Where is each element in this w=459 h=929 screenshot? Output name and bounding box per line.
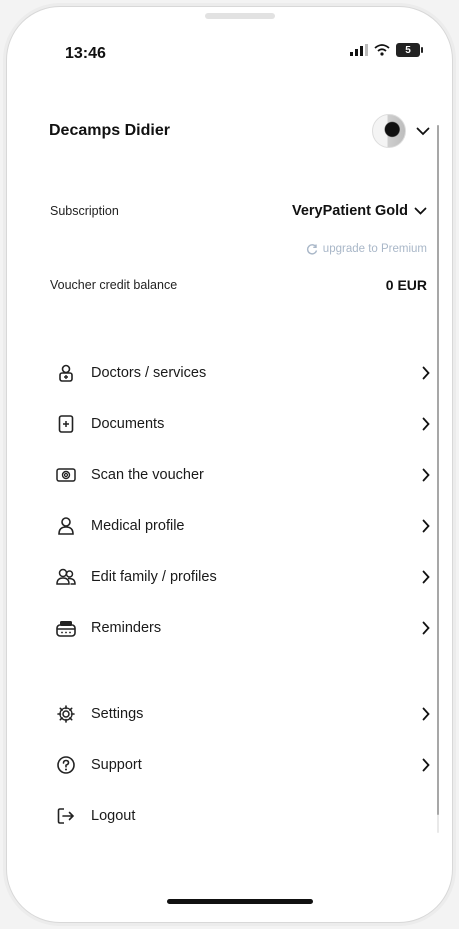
menu-item-label: Documents (91, 416, 165, 432)
menu-item-doctors[interactable]: Doctors / services (47, 353, 432, 393)
chevron-right-icon (420, 707, 432, 721)
chevron-down-icon[interactable] (416, 127, 430, 136)
phone-frame: 13:46 5 Decamps Didier Subscription Very… (6, 6, 453, 923)
family-icon (55, 566, 77, 588)
signal-icon (350, 44, 368, 56)
voucher-row: Voucher credit balance 0 EUR (50, 277, 427, 293)
status-icons: 5 (350, 43, 423, 57)
menu-item-label: Support (91, 757, 142, 773)
voucher-balance: 0 EUR (385, 277, 427, 293)
chevron-right-icon (420, 621, 432, 635)
subscription-plan-select[interactable]: VeryPatient Gold (292, 203, 427, 219)
scan-voucher-icon (55, 464, 77, 486)
menu-item-documents[interactable]: Documents (47, 404, 432, 444)
refresh-icon (306, 244, 317, 255)
doctor-bag-icon (55, 362, 77, 384)
menu-item-medical-profile[interactable]: Medical profile (47, 506, 432, 546)
profile-header: Decamps Didier (49, 111, 430, 151)
menu-item-label: Medical profile (91, 518, 185, 534)
user-name: Decamps Didier (49, 122, 170, 139)
menu-item-label: Logout (91, 808, 136, 824)
chevron-right-icon (420, 468, 432, 482)
upgrade-label: upgrade to Premium (322, 243, 427, 255)
status-time: 13:46 (65, 45, 106, 62)
upgrade-link[interactable]: upgrade to Premium (306, 243, 427, 255)
battery-icon: 5 (396, 43, 423, 57)
help-circle-icon (55, 754, 77, 776)
subscription-plan-value: VeryPatient Gold (291, 203, 408, 219)
voucher-label: Voucher credit balance (50, 278, 178, 292)
status-bar: 13:46 5 (7, 7, 452, 87)
wifi-icon (374, 44, 390, 56)
profile-switcher[interactable] (372, 114, 430, 148)
menu-item-label: Settings (91, 706, 144, 722)
menu-item-label: Reminders (91, 620, 162, 636)
document-plus-icon (55, 413, 77, 435)
subscription-label: Subscription (50, 204, 119, 218)
chevron-right-icon (420, 417, 432, 431)
chevron-right-icon (420, 758, 432, 772)
menu-item-family-profiles[interactable]: Edit family / profiles (47, 557, 432, 597)
logout-icon (55, 805, 77, 827)
menu-item-scan-voucher[interactable]: Scan the voucher (47, 455, 432, 495)
user-icon (55, 515, 77, 537)
avatar[interactable] (372, 114, 406, 148)
menu-item-settings[interactable]: Settings (47, 694, 432, 734)
chevron-right-icon (420, 366, 432, 380)
menu-item-label: Edit family / profiles (91, 569, 217, 585)
menu-item-label: Scan the voucher (91, 467, 204, 483)
menu-item-logout[interactable]: Logout (47, 796, 432, 836)
chevron-right-icon (420, 570, 432, 584)
home-indicator[interactable] (167, 899, 313, 904)
gear-icon (55, 703, 77, 725)
chevron-down-icon (414, 207, 427, 215)
pill-box-icon (55, 617, 77, 639)
scrollbar-thumb[interactable] (437, 125, 439, 815)
chevron-right-icon (420, 519, 432, 533)
menu-item-support[interactable]: Support (47, 745, 432, 785)
subscription-row: Subscription VeryPatient Gold (50, 203, 427, 219)
menu-item-reminders[interactable]: Reminders (47, 608, 432, 648)
menu-item-label: Doctors / services (91, 365, 207, 381)
